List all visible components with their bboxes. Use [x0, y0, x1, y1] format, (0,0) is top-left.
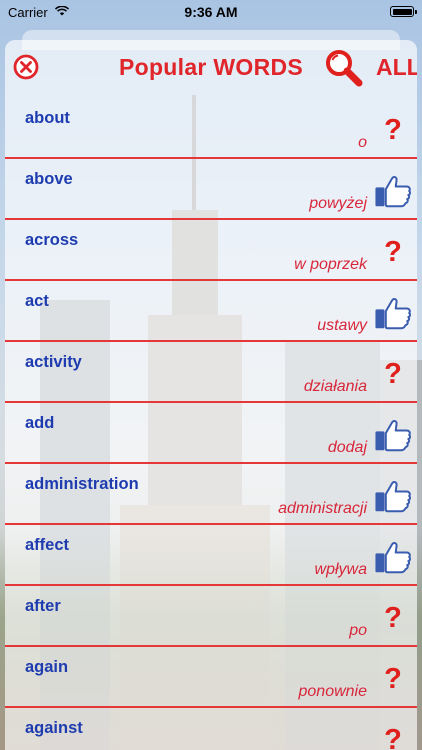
thumbs-up-icon[interactable] — [375, 539, 411, 575]
question-mark-icon[interactable]: ? — [375, 356, 411, 392]
polish-translation: ustawy — [317, 317, 367, 334]
polish-translation: po — [349, 622, 367, 639]
question-mark-icon[interactable]: ? — [375, 112, 411, 148]
thumbs-up-icon[interactable] — [375, 295, 411, 331]
thumbs-up-icon[interactable] — [375, 478, 411, 514]
list-item[interactable]: affect wpływa — [5, 525, 417, 586]
list-item[interactable]: add dodaj — [5, 403, 417, 464]
list-item[interactable]: act ustawy — [5, 281, 417, 342]
polish-translation: dodaj — [327, 439, 367, 456]
list-item[interactable]: against? — [5, 708, 417, 750]
words-sheet: Popular WORDS ALL about o? above powyżej acr… — [5, 40, 417, 750]
english-word: affect — [25, 536, 70, 554]
list-item[interactable]: activity działania? — [5, 342, 417, 403]
english-word: against — [25, 719, 83, 737]
clock: 9:36 AM — [184, 4, 238, 20]
english-word: activity — [25, 353, 82, 371]
word-list: about o? above powyżej across w poprzek? act us… — [5, 98, 417, 750]
header: Popular WORDS ALL — [5, 40, 417, 95]
battery-icon — [390, 6, 417, 17]
english-word: administration — [25, 475, 139, 493]
question-mark-icon[interactable]: ? — [375, 661, 411, 697]
thumbs-up-icon[interactable] — [375, 173, 411, 209]
english-word: above — [25, 170, 73, 188]
list-item[interactable]: above powyżej — [5, 159, 417, 220]
status-bar: Carrier 9:36 AM — [0, 0, 422, 24]
english-word: after — [25, 597, 61, 615]
list-item[interactable]: about o? — [5, 98, 417, 159]
list-item[interactable]: across w poprzek? — [5, 220, 417, 281]
magnifier-icon[interactable] — [324, 48, 364, 88]
polish-translation: powyżej — [309, 195, 367, 212]
polish-translation: ponownie — [298, 683, 368, 700]
question-mark-icon[interactable]: ? — [375, 234, 411, 270]
english-word: act — [25, 292, 49, 310]
list-item[interactable]: administration administracji — [5, 464, 417, 525]
english-word: add — [25, 414, 55, 432]
english-word: across — [25, 231, 79, 249]
all-button[interactable]: ALL — [376, 54, 417, 81]
english-word: about — [25, 109, 70, 127]
polish-translation: w poprzek — [294, 256, 367, 273]
polish-translation: wpływa — [314, 561, 367, 578]
list-item[interactable]: after po? — [5, 586, 417, 647]
polish-translation: o — [358, 134, 367, 151]
list-item[interactable]: again ponownie? — [5, 647, 417, 708]
thumbs-up-icon[interactable] — [375, 417, 411, 453]
question-mark-icon[interactable]: ? — [375, 722, 411, 750]
question-mark-icon[interactable]: ? — [375, 600, 411, 636]
english-word: again — [25, 658, 69, 676]
polish-translation: działania — [303, 378, 367, 395]
polish-translation: administracji — [278, 500, 367, 517]
